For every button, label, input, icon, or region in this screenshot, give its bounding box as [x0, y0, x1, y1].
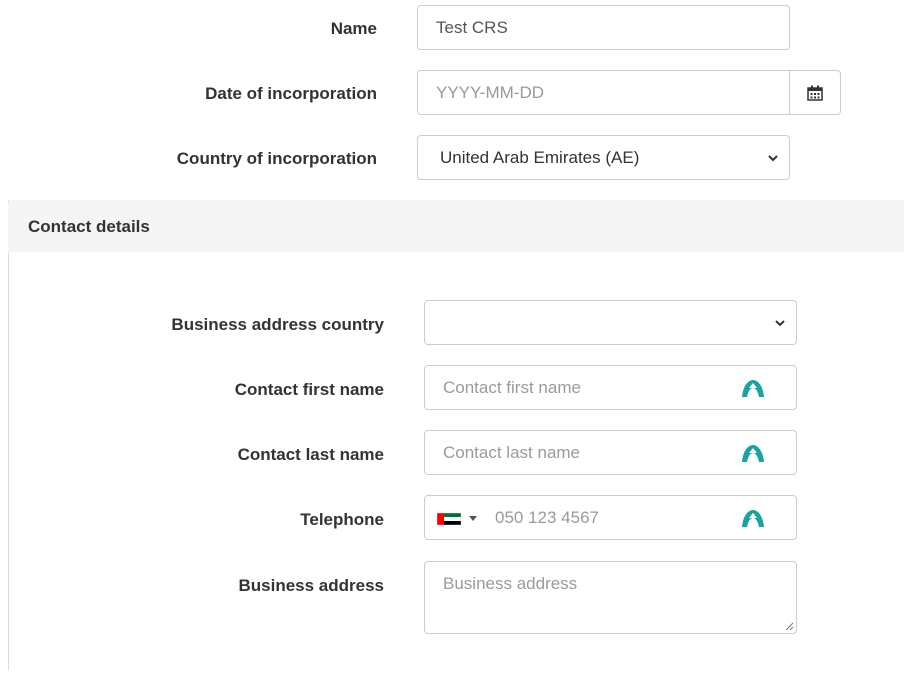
resize-handle-icon[interactable]: [784, 621, 794, 631]
name-label: Name: [330, 19, 377, 38]
lastpass-icon[interactable]: [740, 378, 766, 398]
telephone-label: Telephone: [300, 510, 384, 529]
business-address-textarea[interactable]: Business address: [424, 561, 797, 634]
business-address-label: Business address: [238, 576, 384, 595]
business-address-country-label: Business address country: [171, 315, 384, 334]
contact-first-name-label: Contact first name: [234, 380, 384, 399]
contact-last-name-input[interactable]: Contact last name: [424, 430, 797, 475]
name-input-value: Test CRS: [436, 18, 508, 37]
lastpass-icon[interactable]: [740, 443, 766, 463]
date-placeholder: YYYY-MM-DD: [436, 83, 544, 102]
country-of-incorporation-select[interactable]: United Arab Emirates (AE): [417, 135, 790, 180]
contact-details-panel-header: Contact details: [8, 200, 904, 252]
name-input[interactable]: Test CRS: [417, 5, 790, 50]
date-of-incorporation-input[interactable]: YYYY-MM-DD: [417, 70, 790, 115]
date-of-incorporation-label: Date of incorporation: [205, 84, 377, 103]
business-address-country-select[interactable]: [424, 300, 797, 345]
last-name-placeholder: Contact last name: [443, 443, 581, 462]
contact-first-name-input[interactable]: Contact first name: [424, 365, 797, 410]
contact-last-name-label: Contact last name: [237, 445, 384, 464]
chevron-down-icon: [768, 155, 778, 162]
telephone-placeholder: 050 123 4567: [495, 508, 599, 527]
lastpass-icon[interactable]: [740, 508, 766, 528]
business-address-placeholder: Business address: [443, 574, 578, 593]
first-name-placeholder: Contact first name: [443, 378, 581, 397]
panel-border: [8, 200, 9, 670]
country-of-incorporation-label: Country of incorporation: [176, 149, 377, 168]
chevron-down-icon: [775, 320, 785, 327]
calendar-icon: [807, 85, 823, 101]
country-code-caret-icon[interactable]: [469, 516, 477, 521]
telephone-input[interactable]: 050 123 4567: [424, 495, 797, 540]
country-select-value: United Arab Emirates (AE): [440, 148, 640, 167]
contact-details-title: Contact details: [28, 217, 150, 236]
calendar-button[interactable]: [790, 70, 841, 115]
uae-flag-icon[interactable]: [437, 513, 461, 525]
